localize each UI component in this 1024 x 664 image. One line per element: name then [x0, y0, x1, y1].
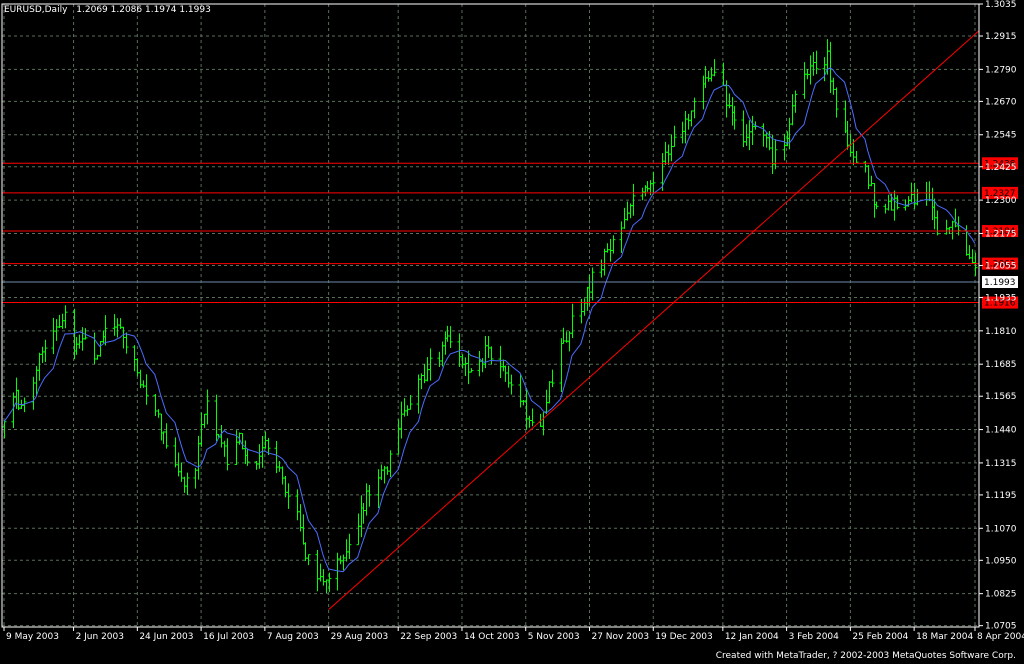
x-tick-label: 12 Jan 2004 [725, 632, 779, 642]
x-tick-label: 2 Jun 2003 [76, 632, 124, 642]
y-tick-label: 1.2545 [985, 131, 1017, 141]
y-tick-label: 1.1440 [985, 426, 1017, 436]
x-tick-label: 8 Apr 2004 [977, 632, 1024, 642]
x-tick-label: 7 Aug 2003 [267, 632, 319, 642]
x-tick-label: 24 Jun 2003 [139, 632, 193, 642]
y-tick-label: 1.0950 [985, 556, 1017, 566]
chart-header: EURUSD,Daily 1.2069 1.2086 1.1974 1.1993 [4, 5, 211, 15]
footer-credit: Created with MetaTrader, ? 2002-2003 Met… [715, 651, 1016, 661]
x-tick-label: 27 Nov 2003 [591, 632, 649, 642]
x-tick-label: 3 Feb 2004 [789, 632, 840, 642]
y-tick-label: 1.2790 [985, 65, 1017, 75]
y-tick-label: 1.2425 [985, 163, 1017, 173]
x-tick-label: 19 Dec 2003 [655, 632, 713, 642]
y-tick-label: 1.2670 [985, 97, 1017, 107]
y-tick-label: 1.1070 [985, 524, 1017, 534]
x-tick-label: 22 Sep 2003 [400, 632, 457, 642]
chart-background [0, 0, 1024, 664]
symbol-label: EURUSD,Daily [4, 5, 68, 15]
y-tick-label: 1.2055 [985, 261, 1017, 271]
x-tick-label: 16 Jul 2003 [203, 632, 254, 642]
y-tick-label: 1.1195 [985, 491, 1017, 501]
price-chart[interactable]: 1.24381.23271.21841.20621.1916 1.30351.2… [0, 0, 1024, 664]
y-tick-label: 1.2915 [985, 32, 1017, 42]
y-tick-label: 1.0705 [985, 622, 1017, 632]
x-tick-label: 9 May 2003 [6, 632, 59, 642]
y-tick-label: 1.3035 [985, 0, 1017, 10]
y-tick-label: 1.1935 [985, 293, 1017, 303]
x-tick-label: 14 Oct 2003 [464, 632, 520, 642]
y-tick-label: 1.1810 [985, 327, 1017, 337]
x-tick-label: 29 Aug 2003 [331, 632, 389, 642]
y-tick-label: 1.1565 [985, 392, 1017, 402]
current-price-label: 1.1993 [984, 278, 1016, 288]
y-tick-label: 1.1315 [985, 459, 1017, 469]
x-tick-label: 5 Nov 2003 [528, 632, 580, 642]
x-tick-label: 25 Feb 2004 [852, 632, 908, 642]
y-tick-label: 1.2300 [985, 196, 1017, 206]
y-tick-label: 1.1685 [985, 360, 1017, 370]
y-tick-label: 1.2175 [985, 229, 1017, 239]
ohlc-readout: 1.2069 1.2086 1.1974 1.1993 [76, 5, 211, 15]
y-tick-label: 1.0825 [985, 590, 1017, 600]
x-tick-label: 18 Mar 2004 [916, 632, 973, 642]
